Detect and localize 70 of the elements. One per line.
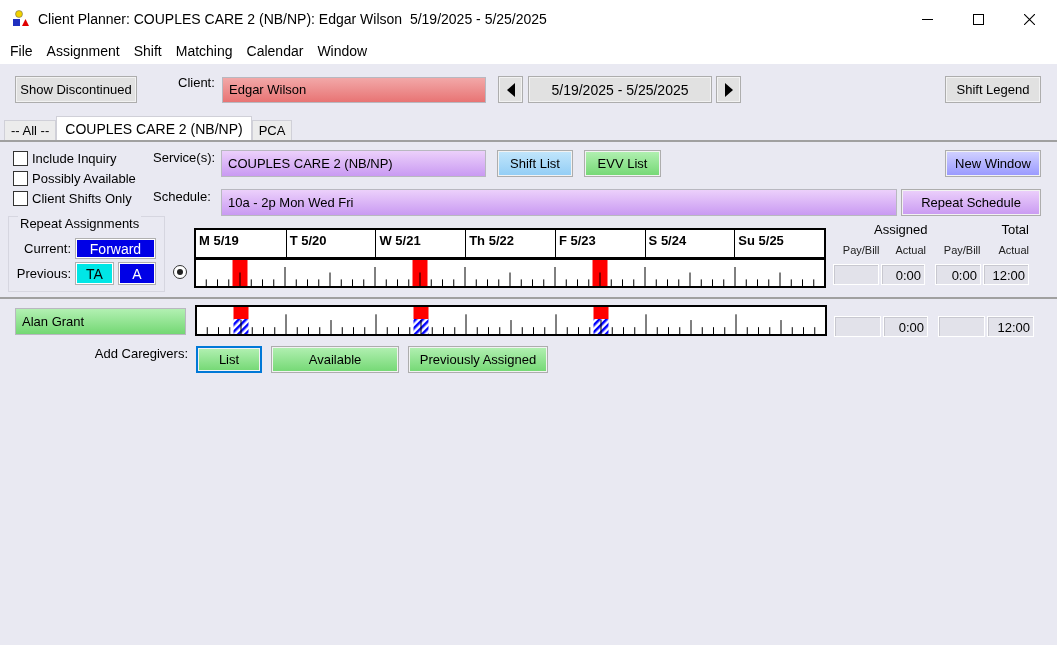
schedule-field[interactable]: 10a - 2p Mon Wed Fri [221,189,897,216]
client-field[interactable]: Edgar Wilson [222,76,486,103]
checkbox[interactable] [13,150,28,166]
checkbox-label: Include Inquiry [32,150,117,166]
day-header: Su 5/25 [734,230,825,257]
close-icon [1023,13,1035,25]
menu-item[interactable]: Window [310,43,375,59]
assigned-heading: Assigned [874,222,928,238]
tab[interactable]: PCA [251,120,293,140]
pay-bill-box [833,264,879,285]
caret-left-icon [506,82,515,97]
client-label: Client: [178,75,216,90]
repeat-option-button[interactable]: A [118,262,156,285]
total-heading: Total [1001,222,1029,238]
maximize-icon [972,13,984,25]
day-header: Th 5/22 [465,230,555,257]
actual-box: 12:00 [982,264,1029,285]
repeat-direction-button[interactable]: Forward [75,238,156,259]
previous-week-button[interactable] [498,76,523,103]
add-caregiver-button[interactable]: Available [271,346,399,373]
pay-bill-box [938,316,985,337]
day-header: T 5/20 [285,230,376,257]
column-heading: Pay/Bill [841,244,880,256]
window-title: Client Planner: COUPLES CARE 2 (NB/NP): Edgar Wilson 5/19/2025 - 5/25/2025 [38,11,547,27]
tab[interactable]: COUPLES CARE 2 (NB/NP) [56,116,252,140]
actual-box: 0:00 [883,316,928,337]
checkbox[interactable] [13,190,28,206]
group-title: Repeat Assignments [18,216,142,231]
column-heading: Actual [997,244,1029,256]
caregiver-name-field[interactable]: Alan Grant [15,308,186,335]
menu-item[interactable]: Assignment [39,43,127,59]
day-header: F 5/23 [554,230,645,257]
menu-item[interactable]: Calendar [239,43,311,59]
service-label: Service(s): [153,150,217,165]
actual-box: 0:00 [881,264,926,285]
checkbox[interactable] [13,170,28,186]
evv-list-button[interactable]: EVV List [584,150,661,177]
pay-bill-box [834,316,881,337]
date-range-field: 5/19/2025 - 5/25/2025 [528,76,712,103]
app-icon [12,10,30,28]
add-caregiver-button[interactable]: List [196,346,262,373]
show-discontinued-button[interactable]: Show Discontinued [15,76,137,103]
shift-legend-button[interactable]: Shift Legend [945,76,1041,103]
new-window-button[interactable]: New Window [945,150,1041,177]
day-header: M 5/19 [198,232,240,250]
radio-button[interactable] [173,265,187,279]
menu-item[interactable]: Shift [126,43,169,59]
add-caregivers-label: Add Caregivers: [93,346,188,361]
caret-right-icon [724,82,733,97]
add-caregiver-button[interactable]: Previously Assigned [408,346,548,373]
minimize-icon [921,18,933,20]
checkbox-label: Possibly Available [32,170,136,186]
pay-bill-box: 0:00 [934,264,981,285]
repeat-schedule-button[interactable]: Repeat Schedule [901,189,1041,216]
schedule-label: Schedule: [153,189,212,204]
day-header: W 5/21 [375,230,466,257]
menu-item[interactable]: File [3,43,40,59]
day-header: S 5/24 [644,230,735,257]
next-week-button[interactable] [716,76,741,103]
tab[interactable]: -- All -- [4,120,57,140]
service-field[interactable]: COUPLES CARE 2 (NB/NP) [221,150,486,177]
repeat-option-button[interactable]: TA [75,262,114,285]
previous-label: Previous: [15,266,71,281]
current-label: Current: [23,241,71,256]
column-heading: Actual [894,244,926,256]
checkbox-label: Client Shifts Only [32,190,132,206]
shift-list-button[interactable]: Shift List [497,150,573,177]
actual-box: 12:00 [987,316,1034,337]
column-heading: Pay/Bill [942,244,981,256]
menu-item[interactable]: Matching [168,43,240,59]
